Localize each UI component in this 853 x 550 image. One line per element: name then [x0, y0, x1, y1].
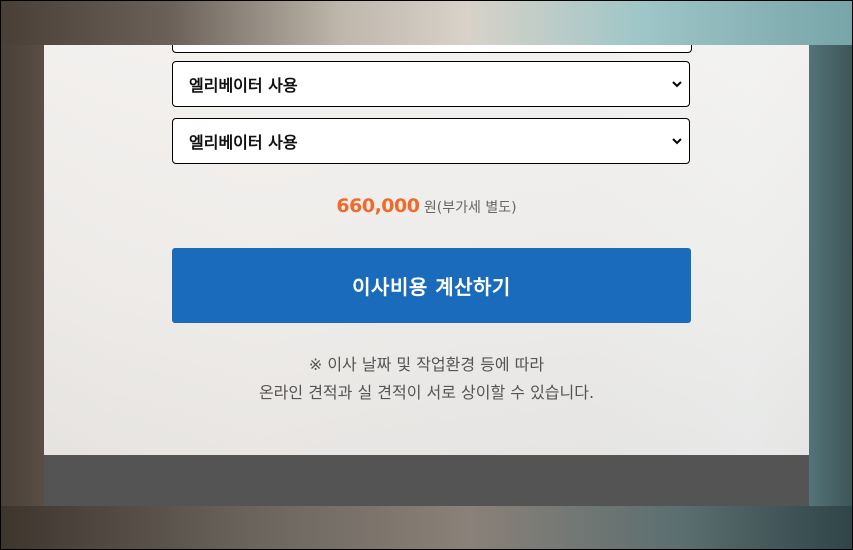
previous-select-field[interactable]: [172, 45, 692, 53]
screenshot-frame: 엘리베이터 사용 엘리베이터 사용 660,000 원(부가세 별도) 이사비용…: [0, 0, 853, 550]
estimate-notice: ※ 이사 날짜 및 작업환경 등에 따라 온라인 견적과 실 견적이 서로 상이…: [44, 351, 809, 407]
background-photo-top: [1, 1, 852, 45]
estimated-price: 660,000 원(부가세 별도): [44, 195, 809, 217]
elevator-select-1-value: 엘리베이터 사용: [189, 76, 298, 95]
notice-line-1: ※ 이사 날짜 및 작업환경 등에 따라: [308, 355, 545, 374]
price-amount: 660,000: [336, 195, 420, 217]
background-photo-bottom: [1, 506, 852, 549]
chevron-down-icon: [672, 81, 682, 88]
notice-line-2: 온라인 견적과 실 견적이 서로 상이할 수 있습니다.: [258, 383, 595, 402]
chevron-down-icon: [672, 138, 682, 145]
calculate-button-label: 이사비용 계산하기: [352, 275, 511, 299]
calculate-moving-cost-button[interactable]: 이사비용 계산하기: [172, 248, 691, 323]
elevator-select-2[interactable]: 엘리베이터 사용: [172, 118, 690, 164]
panel-footer-bar: [44, 455, 809, 506]
estimate-panel: 엘리베이터 사용 엘리베이터 사용 660,000 원(부가세 별도) 이사비용…: [44, 45, 809, 455]
price-vat-note: (부가세 별도): [436, 200, 517, 216]
elevator-select-2-value: 엘리베이터 사용: [189, 133, 298, 152]
price-unit: 원: [423, 200, 437, 216]
elevator-select-1[interactable]: 엘리베이터 사용: [172, 61, 690, 107]
